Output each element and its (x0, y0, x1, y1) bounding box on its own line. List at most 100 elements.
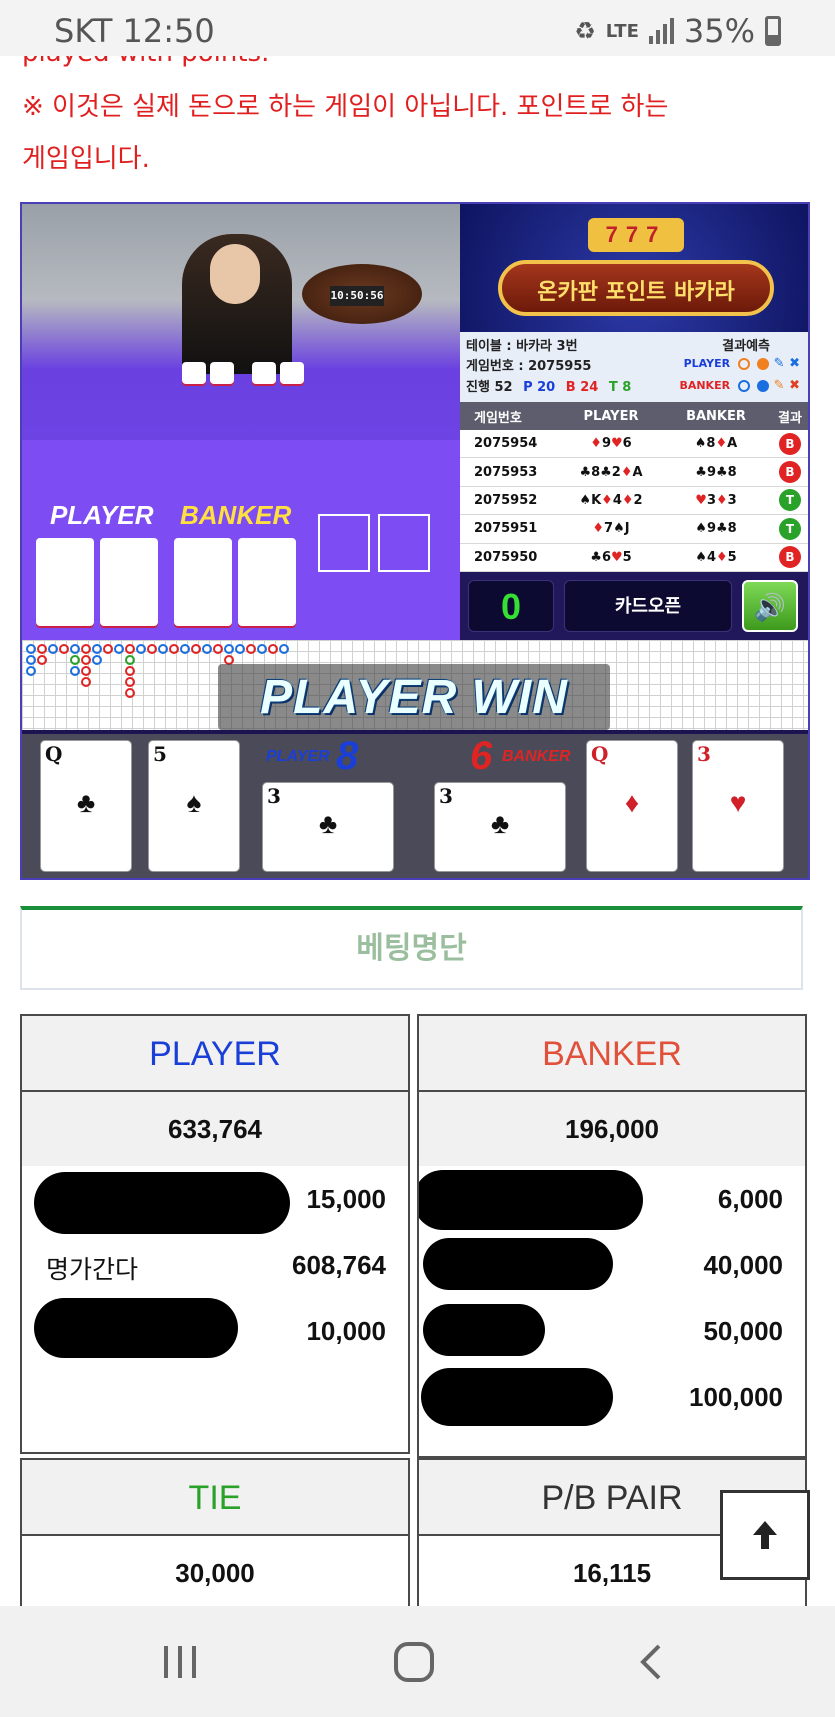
tie-bet-column: TIE 30,000 (20, 1458, 410, 1618)
card-suit-icon: ♣ (318, 808, 338, 839)
roadmap-dot (257, 644, 267, 654)
roadmap-dot (103, 644, 113, 654)
close-icon[interactable]: ✖ (789, 378, 800, 393)
roadmap-dot (125, 666, 135, 676)
history-col-player: PLAYER (583, 408, 639, 424)
roadmap-dot (191, 644, 201, 654)
history-result-cell: B (770, 461, 808, 484)
player-card: 5 ♠ (148, 740, 240, 872)
empty-card-slot (378, 514, 430, 572)
history-player-cards: ♦9♥6 (590, 436, 632, 452)
bet-amount: 15,000 (306, 1184, 386, 1214)
banker-bet-total: 196,000 (419, 1092, 805, 1166)
roadmap-dot (213, 644, 223, 654)
roadmap-dot (81, 677, 91, 687)
signal-icon (648, 18, 674, 44)
roadmap-dot (268, 644, 278, 654)
game-history-table: 게임번호 PLAYER BANKER 결과 2075954 ♦9♥6 ♠8♦A B 20… (460, 402, 808, 572)
dealer-face (210, 244, 260, 304)
empty-card-slot (318, 514, 370, 572)
card-suit-icon: ♣ (76, 787, 96, 818)
card-rank: 3 (439, 784, 453, 808)
table-card (280, 362, 304, 384)
redacted-name (419, 1170, 643, 1230)
bet-amount: 50,000 (703, 1316, 783, 1346)
roadmap-dot (81, 666, 91, 676)
table-name: 테이블 : 바카라 3번 (466, 339, 578, 354)
roadmap-dot (158, 644, 168, 654)
pencil-icon[interactable]: ✎ (774, 356, 785, 371)
history-banker-cards: ♠9♣8 (695, 521, 737, 537)
progress-count: 진행 52 (466, 380, 513, 395)
history-player-cards: ♣8♣2♦A (579, 464, 643, 480)
prediction-label: 결과예측 (722, 339, 770, 354)
card-open-button[interactable]: 카드오픈 (564, 580, 732, 632)
win-banner: PLAYER WIN (218, 664, 610, 730)
redacted-name (423, 1238, 613, 1290)
roadmap-dot (147, 644, 157, 654)
recents-icon[interactable] (150, 1636, 210, 1688)
roadmap-dot (26, 655, 36, 665)
battery-percent: 35% (683, 12, 755, 50)
result-badge: T (779, 517, 801, 540)
banker-card: Q ♦ (586, 740, 678, 872)
prediction-player[interactable]: PLAYER ✎ ✖ (684, 356, 800, 371)
game-number: 게임번호 : 2075955 (466, 359, 592, 374)
status-left: SKT 12:50 (54, 12, 215, 50)
pencil-icon[interactable]: ✎ (774, 378, 785, 393)
card-rank: 3 (697, 742, 711, 766)
roadmap-dot (92, 644, 102, 654)
prediction-banker[interactable]: BANKER ✎ ✖ (679, 378, 800, 393)
player-score-label: PLAYER (266, 748, 330, 765)
roadmap-dot (70, 644, 80, 654)
circle-outline-icon[interactable] (737, 379, 750, 392)
back-icon[interactable] (620, 1636, 680, 1688)
battery-icon (765, 16, 781, 46)
history-player-cards: ♦7♠J (592, 521, 630, 537)
close-icon[interactable]: ✖ (789, 356, 800, 371)
history-header: 게임번호 PLAYER BANKER 결과 (460, 402, 808, 430)
lte-icon: LTE (605, 20, 639, 42)
history-player-cards: ♣6♥5 (590, 549, 632, 565)
roadmap-dot (202, 644, 212, 654)
roadmap-dot (70, 666, 80, 676)
circle-filled-icon[interactable] (757, 379, 770, 392)
game-banner: 777 온카판 포인트 바카라 (460, 204, 808, 332)
roadmap-dot (37, 644, 47, 654)
roadmap-dot (81, 655, 91, 665)
circle-filled-icon[interactable] (757, 357, 770, 370)
circle-outline-icon[interactable] (737, 357, 750, 370)
table-banker-label: BANKER (180, 500, 292, 530)
baccarat-game-panel: 10:50:56 PLAYER BANKER 777 온카판 포인트 바카라 테… (20, 202, 810, 880)
player-bet-column: PLAYER 633,764 15,000 명가간다 608,764 10,00… (20, 1014, 410, 1454)
game-info: 테이블 : 바카라 3번 게임번호 : 2075955 진행 52 P 20 B… (460, 332, 808, 402)
history-game-no: 2075954 (474, 436, 538, 452)
table-card (182, 362, 206, 384)
notice-line-1: ※ 이것은 실제 돈으로 하는 게임이 아닙니다. 포인트로 하는 (22, 92, 669, 122)
history-row: 2075952 ♠K♦4♦2 ♥3♦3 T (460, 487, 808, 516)
history-result-cell: B (770, 546, 808, 569)
history-result-cell: T (770, 489, 808, 512)
roadmap-dot (59, 644, 69, 654)
card-suit-icon: ♥ (729, 787, 747, 818)
history-col-result: 결과 (778, 410, 802, 426)
speaker-icon[interactable]: 🔊 (742, 580, 798, 632)
roadmap-dot (92, 655, 102, 665)
roadmap-dot (125, 677, 135, 687)
clock-time: 12:50 (122, 12, 215, 50)
player-card: 3 ♣ (262, 782, 394, 872)
progress-player: P 20 (523, 380, 556, 395)
bet-amount: 6,000 (717, 1184, 783, 1214)
table-card (210, 362, 234, 384)
roadmap-dot (125, 688, 135, 698)
tie-bet-title: TIE (22, 1460, 408, 1536)
bet-row: 10,000 (22, 1298, 408, 1364)
table-closeup: PLAYER BANKER (22, 440, 460, 640)
scroll-top-button[interactable] (720, 1490, 810, 1580)
history-player-cards: ♠K♦4♦2 (579, 492, 643, 508)
roadmap-dot (114, 644, 124, 654)
banker-score: 6 (470, 734, 493, 778)
home-icon[interactable] (384, 1636, 444, 1688)
bet-row: 50,000 (419, 1298, 805, 1364)
arrow-up-icon (753, 1521, 777, 1549)
